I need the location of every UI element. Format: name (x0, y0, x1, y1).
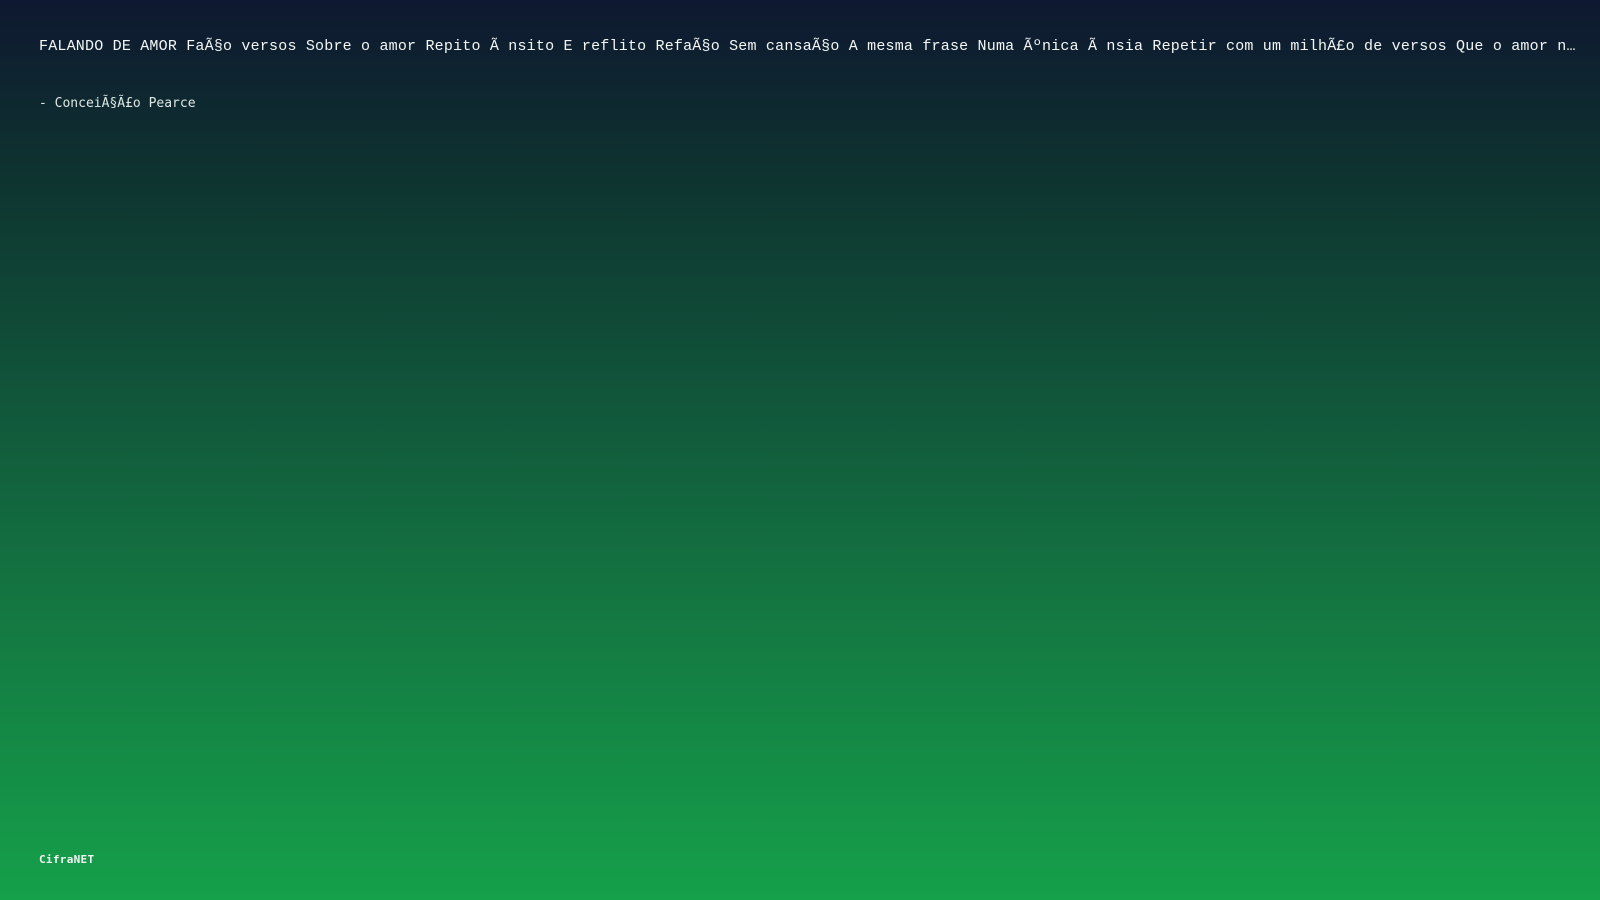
quote-author: - ConceiÃ§Ã£o Pearce (39, 96, 196, 111)
quote-text: FALANDO DE AMOR FaÃ§o versos Sobre o amo… (39, 38, 1579, 55)
quote-card: FALANDO DE AMOR FaÃ§o versos Sobre o amo… (39, 36, 1579, 113)
brand-logo-text: CifraNET (39, 853, 95, 866)
